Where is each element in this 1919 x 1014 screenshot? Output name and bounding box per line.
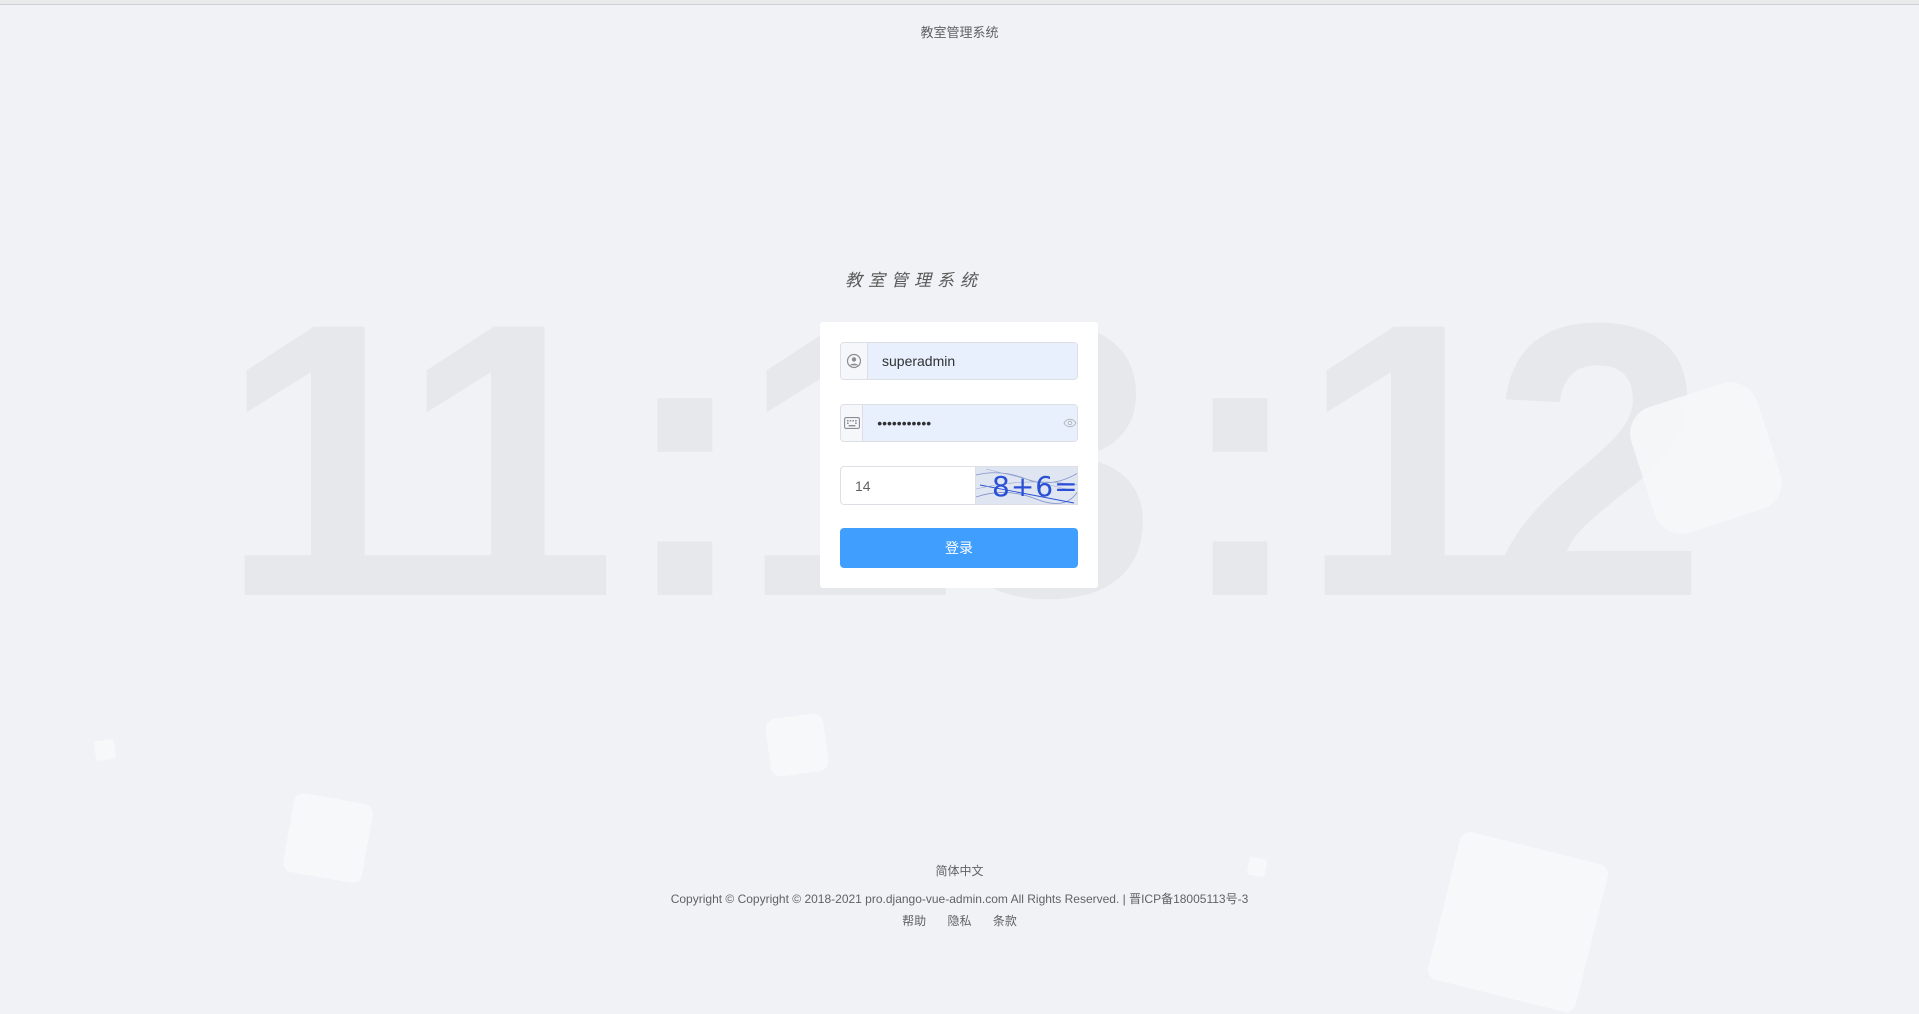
page-title: 教室管理系统	[920, 25, 999, 40]
browser-top-border	[0, 0, 1919, 5]
keyboard-icon	[841, 405, 864, 441]
captcha-input[interactable]	[840, 466, 976, 505]
eye-icon[interactable]	[1062, 405, 1077, 441]
logo-title: 教室管理系统	[845, 271, 983, 291]
help-link[interactable]: 帮助	[902, 914, 926, 928]
clock-digit: 1	[400, 242, 617, 678]
clock-digit: 1	[1300, 242, 1517, 678]
user-circle-icon	[841, 343, 868, 379]
captcha-row: 8+6=	[840, 466, 1078, 505]
copyright-text: Copyright © Copyright © 2018-2021 pro.dj…	[670, 892, 1249, 906]
privacy-link[interactable]: 隐私	[947, 914, 971, 928]
clock-colon: :	[1175, 242, 1305, 678]
username-input[interactable]	[868, 343, 1077, 379]
language-selector[interactable]: 简体中文	[0, 862, 1919, 879]
captcha-image[interactable]: 8+6=	[976, 466, 1078, 505]
username-field	[840, 342, 1078, 380]
login-card: 8+6= 登录	[820, 322, 1098, 588]
captcha-text: 8+6=	[992, 470, 1078, 503]
clock-colon: :	[620, 242, 750, 678]
login-button[interactable]: 登录	[840, 528, 1078, 568]
terms-link[interactable]: 条款	[993, 914, 1017, 928]
password-input[interactable]	[863, 405, 1063, 441]
decorative-square	[93, 738, 117, 762]
footer-links: 帮助 隐私 条款	[0, 912, 1919, 929]
password-field	[840, 404, 1078, 442]
decorative-square	[764, 712, 830, 778]
